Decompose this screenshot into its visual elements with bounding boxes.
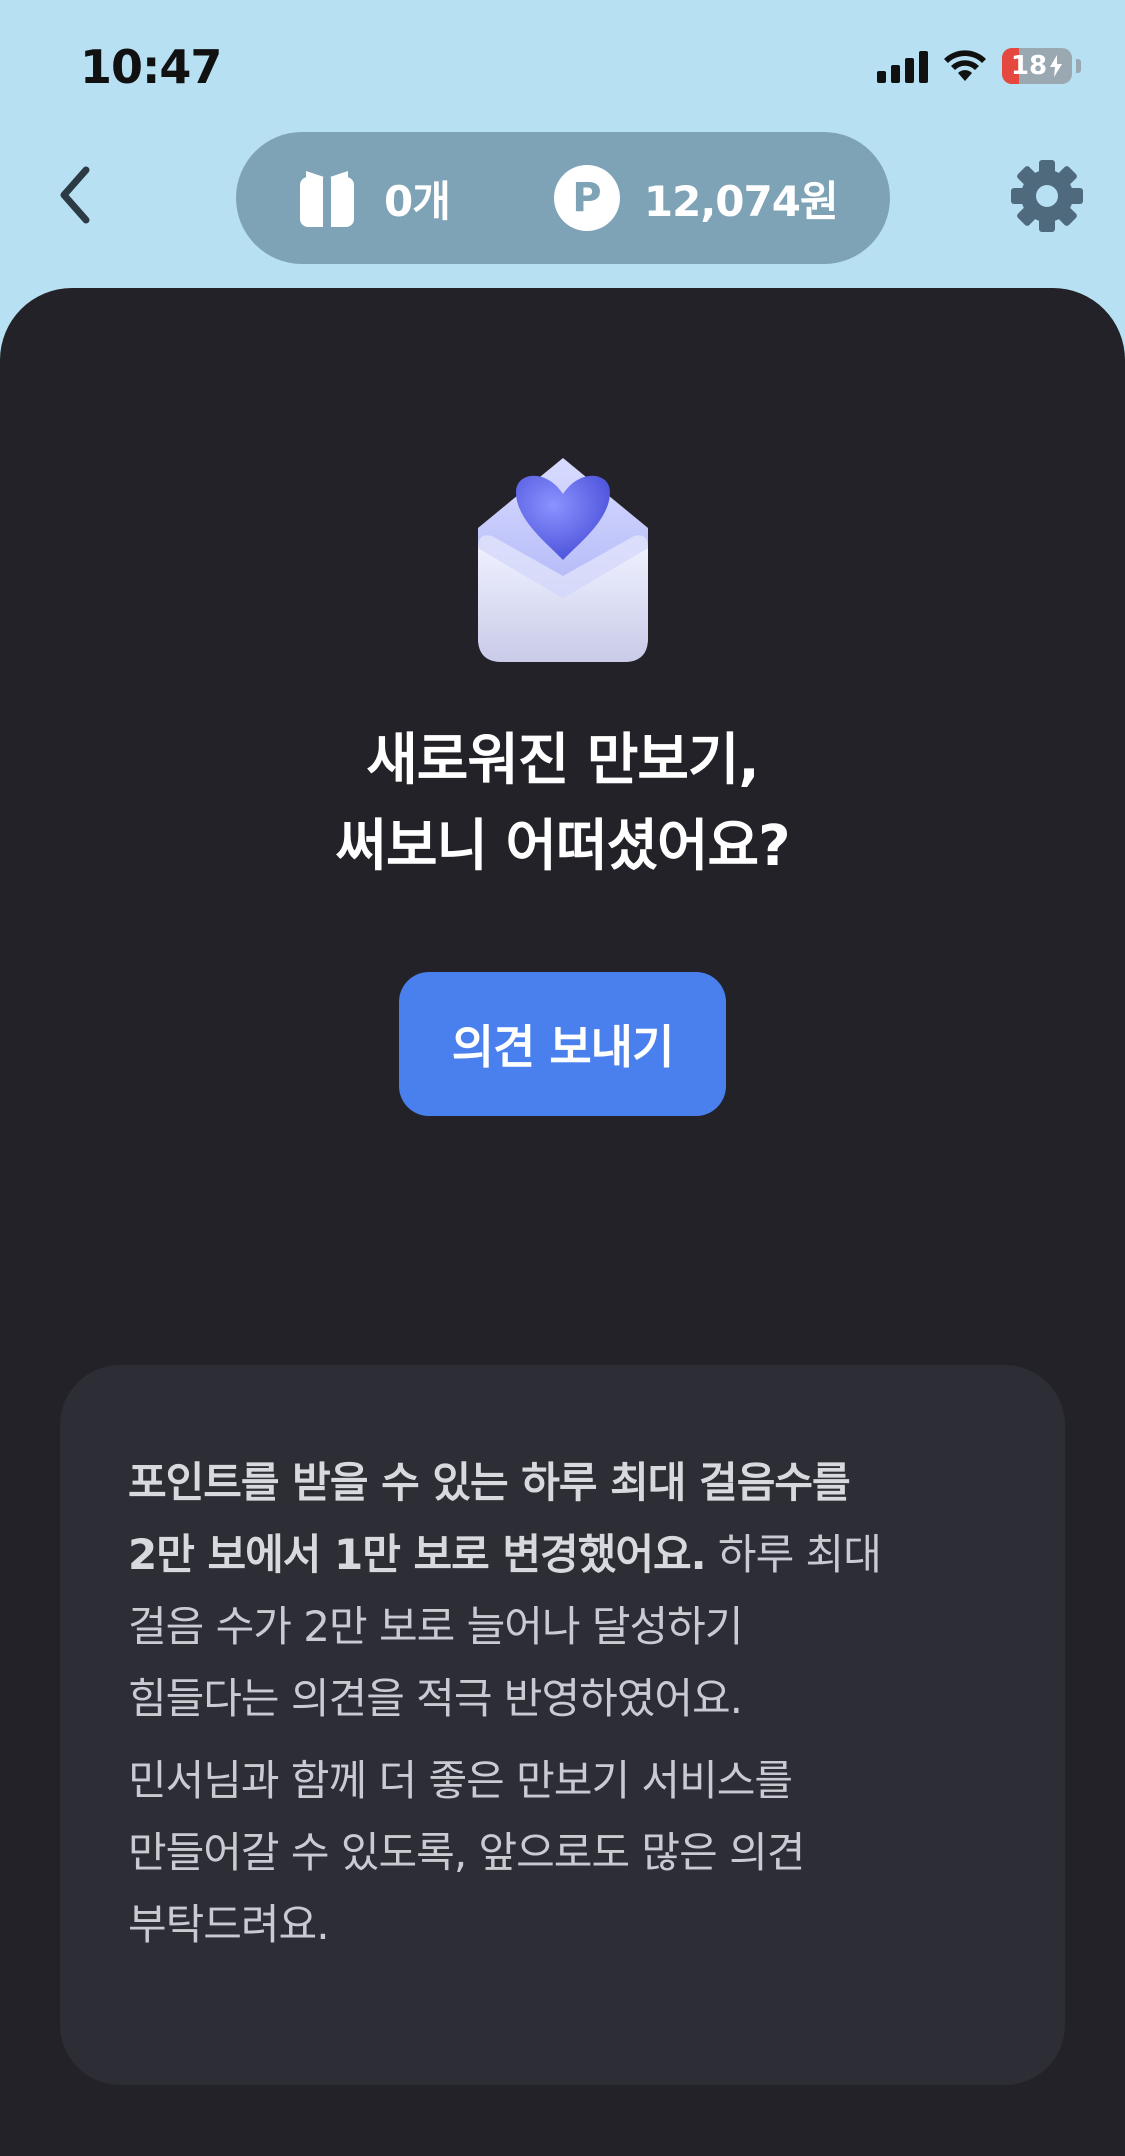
settings-button[interactable] (1009, 158, 1085, 234)
gift-counter[interactable]: 0개 (298, 167, 451, 229)
top-nav: 0개 P 12,074원 (0, 130, 1125, 270)
notice-line-3: 걸음 수가 2만 보로 늘어나 달성하기 (128, 1602, 743, 1651)
notice-paragraph-1: 포인트를 받을 수 있는 하루 최대 걸음수를 2만 보에서 1만 보로 변경했… (128, 1447, 1005, 1735)
signal-icon (877, 49, 928, 83)
notice-p2-line-2: 만들어갈 수 있도록, 앞으로도 많은 의견 (128, 1828, 805, 1877)
main-panel: 새로워진 만보기, 써보니 어떠셨어요? 의견 보내기 포인트를 받을 수 있는… (0, 288, 1125, 2156)
point-amount: 12,074원 (643, 176, 839, 226)
notice-bold-line-2: 2만 보에서 1만 보로 변경했어요. (128, 1530, 707, 1579)
back-chevron-icon (60, 166, 90, 224)
balance-pill[interactable]: 0개 P 12,074원 (236, 132, 890, 264)
point-icon: P (553, 165, 620, 231)
status-icons: 18 (877, 48, 1081, 84)
wifi-icon (944, 50, 986, 81)
notice-bold-line-1: 포인트를 받을 수 있는 하루 최대 걸음수를 (128, 1458, 851, 1507)
notice-p2-line-3: 부탁드려요. (128, 1900, 330, 1949)
gear-icon (1011, 160, 1083, 232)
headline: 새로워진 만보기, 써보니 어떠셨어요? (0, 718, 1125, 890)
notice-line-2-tail: 하루 최대 (705, 1530, 882, 1579)
notice-p2-line-1: 민서님과 함께 더 좋은 만보기 서비스를 (128, 1756, 793, 1805)
headline-line-2: 써보니 어떠셨어요? (335, 814, 790, 879)
notice-paragraph-2: 민서님과 함께 더 좋은 만보기 서비스를 만들어갈 수 있도록, 앞으로도 많… (128, 1745, 1005, 1961)
battery-level: 18 (1010, 51, 1048, 81)
gift-icon (300, 171, 354, 227)
point-balance[interactable]: P 12,074원 (553, 165, 839, 231)
notice-line-4: 힘들다는 의견을 적극 반영하였어요. (128, 1674, 743, 1723)
status-bar: 10:47 18 (0, 0, 1125, 130)
notice-card: 포인트를 받을 수 있는 하루 최대 걸음수를 2만 보에서 1만 보로 변경했… (60, 1365, 1065, 2085)
gift-count: 0개 (384, 176, 451, 226)
status-time: 10:47 (80, 40, 222, 94)
battery-icon: 18 (1002, 48, 1072, 84)
charging-bolt-icon (1050, 55, 1063, 77)
envelope-heart-icon (478, 458, 648, 662)
headline-line-1: 새로워진 만보기, (366, 728, 759, 793)
send-feedback-button[interactable]: 의견 보내기 (399, 972, 726, 1116)
back-button[interactable] (44, 160, 104, 230)
